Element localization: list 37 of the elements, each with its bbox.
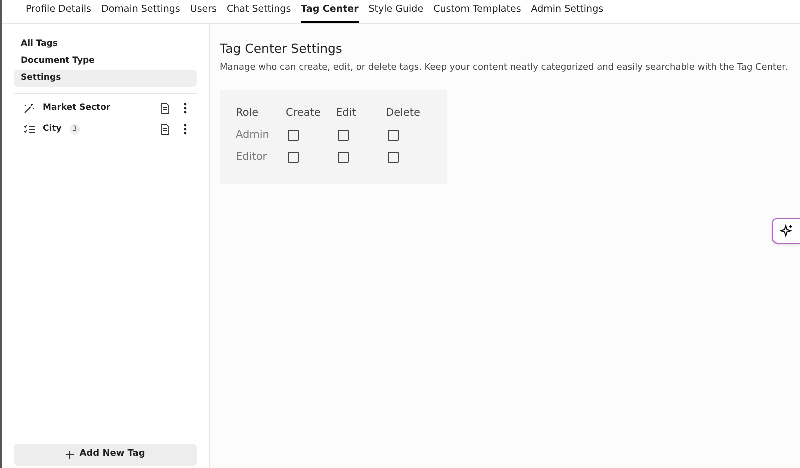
tab[interactable]: Admin Settings: [531, 2, 604, 23]
sidebar-item[interactable]: Document Type: [14, 53, 197, 70]
column-header: Delete: [386, 106, 422, 122]
add-tag-button[interactable]: Add New Tag: [14, 444, 197, 466]
checkbox[interactable]: [388, 152, 399, 164]
tab[interactable]: Users: [190, 2, 217, 23]
sidebar-item[interactable]: Settings: [14, 70, 197, 87]
page-title: Tag Center Settings: [220, 40, 344, 58]
sparkle-icon: [780, 224, 794, 238]
checkbox[interactable]: [338, 152, 349, 164]
checkbox[interactable]: [388, 130, 399, 142]
magic-wand-icon: [24, 103, 35, 114]
document-icon[interactable]: [161, 103, 170, 114]
checkbox[interactable]: [288, 130, 299, 142]
tab[interactable]: Domain Settings: [102, 2, 180, 23]
document-icon[interactable]: [161, 124, 170, 135]
plus-icon: [66, 451, 74, 459]
checkbox[interactable]: [288, 152, 299, 164]
more-options-icon[interactable]: [184, 124, 187, 135]
column-header: Create: [286, 106, 322, 122]
column-header: Role: [236, 106, 260, 122]
tag-name: City: [43, 123, 62, 136]
ai-assistant-button[interactable]: [772, 218, 800, 244]
tab[interactable]: Custom Templates: [434, 2, 522, 23]
more-options-icon[interactable]: [184, 103, 187, 114]
column-header: Edit: [336, 106, 358, 122]
role-label: Admin: [236, 128, 270, 143]
checkbox[interactable]: [338, 130, 349, 142]
checklist-icon: [24, 125, 35, 134]
role-label: Editor: [236, 150, 268, 165]
sidebar-item[interactable]: All Tags: [14, 36, 197, 53]
tab[interactable]: Style Guide: [368, 2, 424, 23]
tab[interactable]: Profile Details: [26, 2, 92, 23]
tag-item[interactable]: Market Sector: [14, 98, 197, 119]
tab[interactable]: Chat Settings: [226, 2, 292, 23]
tag-name: Market Sector: [43, 102, 111, 115]
page-description: Manage who can create, edit, or delete tags. Keep your content neatly categorized and easily searchable with the Tag Center.: [220, 62, 789, 75]
